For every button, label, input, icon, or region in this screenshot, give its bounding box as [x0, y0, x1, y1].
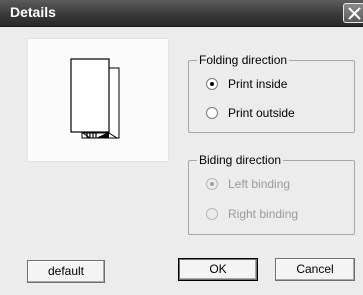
- default-button[interactable]: default: [27, 260, 105, 283]
- print-outside-radio[interactable]: [206, 107, 218, 119]
- cancel-button[interactable]: Cancel: [275, 258, 355, 281]
- binding-direction-group: Biding direction Left binding Right bind…: [188, 153, 355, 235]
- folding-direction-group: Folding direction Print inside Print out…: [188, 53, 355, 133]
- ok-button[interactable]: OK: [178, 258, 258, 281]
- right-binding-radio: [206, 208, 218, 220]
- folded-page-icon: [70, 58, 120, 139]
- left-binding-radio: [206, 178, 218, 190]
- right-binding-label: Right binding: [228, 207, 299, 221]
- dialog-title: Details: [10, 4, 56, 20]
- print-inside-radio[interactable]: [206, 78, 218, 90]
- title-bar[interactable]: Details: [0, 0, 363, 27]
- binding-direction-legend: Biding direction: [197, 153, 284, 167]
- print-outside-label[interactable]: Print outside: [228, 106, 295, 120]
- close-icon: [348, 7, 361, 20]
- print-inside-label[interactable]: Print inside: [228, 77, 287, 91]
- details-dialog: Details Folding direction Print inside P…: [0, 0, 363, 295]
- left-binding-label: Left binding: [228, 177, 291, 191]
- fold-preview: [27, 38, 169, 162]
- close-button[interactable]: [343, 3, 363, 23]
- folding-direction-legend: Folding direction: [197, 53, 290, 67]
